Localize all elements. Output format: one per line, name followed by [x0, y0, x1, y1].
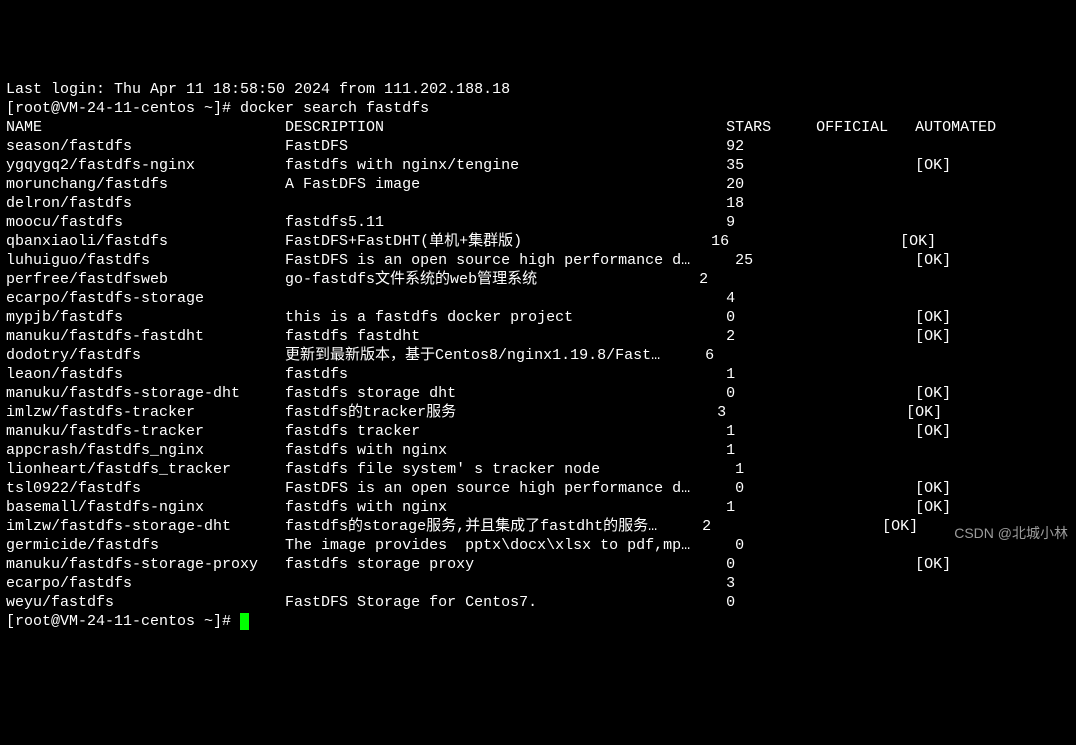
watermark: CSDN @北城小林	[954, 524, 1068, 543]
prompt-line[interactable]: [root@VM-24-11-centos ~]#	[6, 612, 1070, 631]
prompt-line: [root@VM-24-11-centos ~]# docker search …	[6, 99, 1070, 118]
table-row: delron/fastdfs 18	[6, 194, 1070, 213]
terminal-output[interactable]: Last login: Thu Apr 11 18:58:50 2024 fro…	[6, 80, 1070, 631]
table-row: qbanxiaoli/fastdfs FastDFS+FastDHT(单机+集群…	[6, 232, 1070, 251]
cursor	[240, 613, 249, 630]
table-row: leaon/fastdfs fastdfs 1	[6, 365, 1070, 384]
table-row: ecarpo/fastdfs 3	[6, 574, 1070, 593]
table-row: dodotry/fastdfs 更新到最新版本，基于Centos8/nginx1…	[6, 346, 1070, 365]
table-row: tsl0922/fastdfs FastDFS is an open sourc…	[6, 479, 1070, 498]
table-header: NAME DESCRIPTION STARS OFFICIAL AUTOMATE…	[6, 118, 1070, 137]
table-row: manuku/fastdfs-tracker fastdfs tracker 1…	[6, 422, 1070, 441]
table-row: manuku/fastdfs-fastdht fastdfs fastdht 2…	[6, 327, 1070, 346]
table-row: manuku/fastdfs-storage-dht fastdfs stora…	[6, 384, 1070, 403]
table-row: luhuiguo/fastdfs FastDFS is an open sour…	[6, 251, 1070, 270]
table-row: appcrash/fastdfs_nginx fastdfs with ngin…	[6, 441, 1070, 460]
table-row: moocu/fastdfs fastdfs5.11 9	[6, 213, 1070, 232]
table-row: imlzw/fastdfs-storage-dht fastdfs的storag…	[6, 517, 1070, 536]
table-row: season/fastdfs FastDFS 92	[6, 137, 1070, 156]
table-row: ecarpo/fastdfs-storage 4	[6, 289, 1070, 308]
table-row: morunchang/fastdfs A FastDFS image 20	[6, 175, 1070, 194]
table-row: ygqygq2/fastdfs-nginx fastdfs with nginx…	[6, 156, 1070, 175]
table-row: perfree/fastdfsweb go-fastdfs文件系统的web管理系…	[6, 270, 1070, 289]
login-line: Last login: Thu Apr 11 18:58:50 2024 fro…	[6, 80, 1070, 99]
table-row: lionheart/fastdfs_tracker fastdfs file s…	[6, 460, 1070, 479]
table-row: imlzw/fastdfs-tracker fastdfs的tracker服务 …	[6, 403, 1070, 422]
table-row: manuku/fastdfs-storage-proxy fastdfs sto…	[6, 555, 1070, 574]
table-row: weyu/fastdfs FastDFS Storage for Centos7…	[6, 593, 1070, 612]
table-row: mypjb/fastdfs this is a fastdfs docker p…	[6, 308, 1070, 327]
table-row: germicide/fastdfs The image provides ppt…	[6, 536, 1070, 555]
table-row: basemall/fastdfs-nginx fastdfs with ngin…	[6, 498, 1070, 517]
